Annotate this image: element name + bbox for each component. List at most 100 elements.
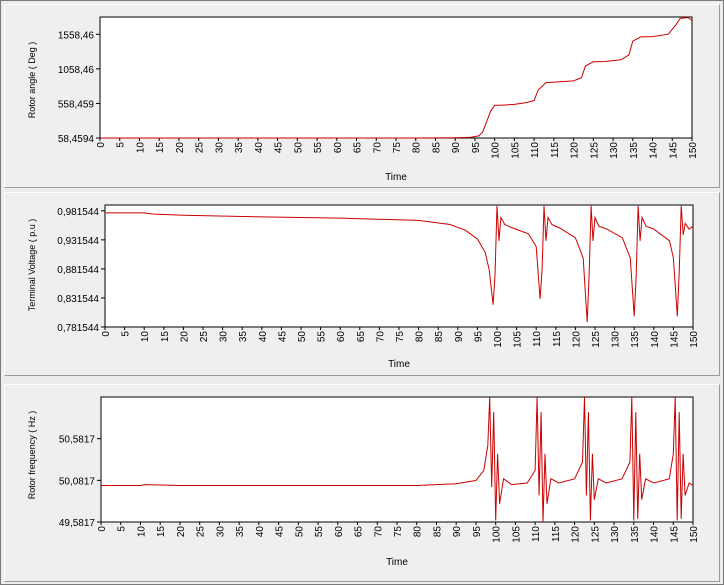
x-tick-label: 115 — [551, 526, 562, 542]
y-tick-label: 50,5817 — [59, 435, 96, 446]
x-tick-label: 50 — [293, 142, 304, 154]
x-tick-label: 5 — [117, 526, 128, 532]
x-tick-label: 120 — [570, 142, 581, 159]
x-tick-label: 5 — [116, 142, 127, 148]
x-tick-label: 75 — [392, 142, 403, 154]
x-tick-label: 115 — [550, 142, 561, 158]
x-tick-label: 30 — [215, 526, 226, 538]
rotor-frequency-panel: 49,5817 50,0817 50,5817 0 5 10 15 20 25 30 35 40 45 5… — [4, 384, 720, 582]
x-axis-label: Time — [385, 172, 407, 183]
x-tick-label: 40 — [258, 331, 269, 343]
y-tick-label: 58,4594 — [58, 134, 95, 145]
x-tick-label: 65 — [354, 526, 365, 538]
y-tick-label: 0,931544 — [57, 236, 99, 247]
x-tick-label: 10 — [136, 526, 147, 538]
x-tick-label: 85 — [434, 331, 445, 343]
x-tick-label: 100 — [493, 331, 504, 348]
chart-3-svg: 49,5817 50,0817 50,5817 0 5 10 15 20 25 30 35 40 45 5… — [27, 396, 700, 568]
x-tick-label: 125 — [591, 331, 602, 348]
x-tick-label: 35 — [234, 142, 245, 154]
x-tick-label: 95 — [471, 142, 482, 154]
figure-window: 58,4594 558,459 1058,46 1558,46 0 5 10 15 20 25 30… — [0, 0, 724, 585]
x-tick-label: 0 — [101, 331, 112, 337]
x-tick-label: 80 — [415, 331, 426, 343]
x-tick-label: 20 — [175, 142, 186, 154]
x-tick-label: 40 — [254, 142, 265, 154]
x-tick-label: 70 — [373, 526, 384, 538]
x-tick-label: 100 — [491, 142, 502, 159]
x-tick-label: 10 — [135, 142, 146, 154]
x-tick-label: 120 — [571, 526, 582, 543]
x-tick-label: 35 — [235, 526, 246, 538]
chart-1-svg: 58,4594 558,459 1058,46 1558,46 0 5 10 15 20 25 30… — [27, 16, 699, 183]
y-tick-label: 0,781544 — [57, 323, 99, 334]
x-tick-label: 130 — [609, 142, 620, 159]
x-tick-label: 145 — [669, 331, 680, 348]
y-axis-label: Rotor frequency ( Hz ) — [27, 411, 37, 500]
chart-2-svg: 0,781544 0,831544 0,881544 0,931544 0,981544… — [27, 204, 700, 370]
x-tick-label: 110 — [530, 142, 541, 158]
x-tick-label: 35 — [238, 331, 249, 343]
x-tick-label: 90 — [451, 142, 462, 154]
x-tick-label: 75 — [395, 331, 406, 343]
x-axis-label: Time — [388, 359, 410, 370]
x-tick-label: 105 — [513, 331, 524, 348]
x-tick-label: 135 — [630, 526, 641, 543]
x-tick-label: 80 — [412, 142, 423, 154]
x-tick-label: 25 — [195, 142, 206, 154]
x-tick-label: 60 — [334, 526, 345, 538]
y-axis-label: Terminal Voltage ( p.u ) — [27, 219, 37, 312]
y-tick-label: 50,0817 — [59, 476, 96, 487]
x-tick-label: 145 — [669, 526, 680, 543]
x-tick-label: 15 — [155, 142, 166, 154]
x-tick-label: 5 — [121, 331, 132, 337]
x-tick-label: 140 — [649, 142, 660, 159]
x-tick-label: 130 — [611, 331, 622, 348]
x-tick-label: 145 — [668, 142, 679, 159]
x-tick-label: 125 — [590, 526, 601, 543]
x-tick-label: 95 — [472, 526, 483, 538]
y-tick-label: 0,831544 — [57, 294, 99, 305]
x-tick-label: 50 — [297, 331, 308, 343]
y-tick-label: 558,459 — [58, 99, 95, 110]
x-tick-label: 130 — [610, 526, 621, 543]
x-tick-label: 45 — [277, 331, 288, 343]
x-tick-label: 25 — [196, 526, 207, 538]
x-tick-label: 90 — [452, 526, 463, 538]
x-tick-label: 100 — [492, 526, 503, 543]
x-tick-label: 10 — [140, 331, 151, 343]
x-tick-label: 45 — [274, 142, 285, 154]
x-tick-label: 55 — [313, 142, 324, 154]
y-tick-label: 1058,46 — [58, 65, 95, 76]
x-tick-label: 120 — [571, 331, 582, 348]
x-tick-label: 50 — [294, 526, 305, 538]
x-tick-label: 135 — [629, 142, 640, 159]
plot-area — [99, 16, 693, 139]
x-tick-label: 150 — [689, 526, 700, 543]
x-tick-label: 95 — [473, 331, 484, 343]
x-tick-label: 105 — [510, 142, 521, 159]
x-tick-label: 25 — [199, 331, 210, 343]
x-tick-label: 80 — [413, 526, 424, 538]
x-tick-label: 30 — [214, 142, 225, 154]
terminal-voltage-panel: 0,781544 0,831544 0,881544 0,931544 0,981544… — [4, 192, 720, 376]
x-tick-label: 140 — [650, 526, 661, 543]
x-tick-label: 15 — [156, 526, 167, 538]
x-tick-label: 20 — [179, 331, 190, 343]
x-tick-label: 105 — [511, 526, 522, 543]
y-tick-label: 0,881544 — [57, 265, 99, 276]
x-tick-label: 30 — [219, 331, 230, 343]
x-tick-label: 125 — [589, 142, 600, 159]
x-tick-label: 85 — [431, 142, 442, 154]
x-tick-label: 60 — [333, 142, 344, 154]
x-tick-label: 0 — [96, 142, 107, 148]
x-tick-label: 15 — [160, 331, 171, 343]
y-axis-label: Rotor angle ( Deg ) — [27, 42, 37, 119]
plot-area — [104, 204, 694, 328]
x-tick-label: 150 — [689, 331, 700, 348]
x-tick-label: 140 — [650, 331, 661, 348]
x-tick-label: 90 — [454, 331, 465, 343]
x-tick-label: 75 — [393, 526, 404, 538]
x-tick-label: 20 — [176, 526, 187, 538]
x-tick-label: 45 — [275, 526, 286, 538]
